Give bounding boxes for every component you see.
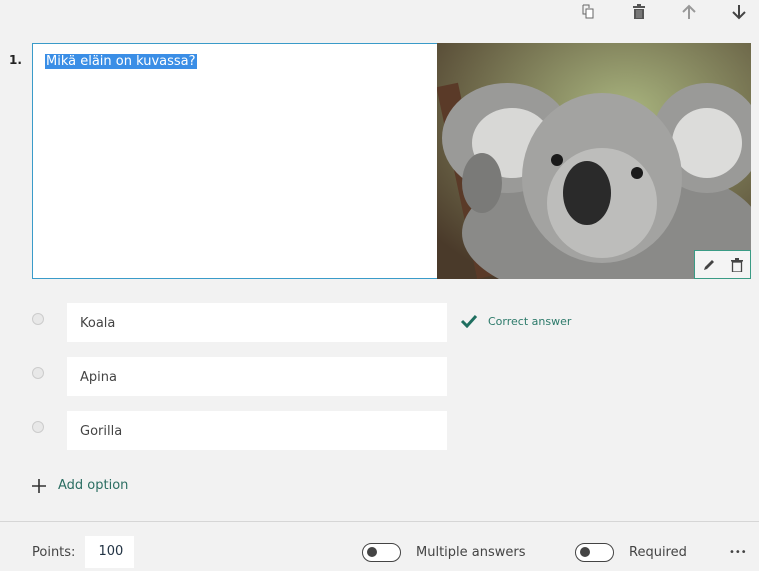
correct-answer-label: Correct answer [488, 314, 572, 328]
question-text-input[interactable]: Mikä eläin on kuvassa? [32, 43, 438, 279]
required-label: Required [629, 544, 687, 560]
option-radio[interactable] [32, 421, 44, 433]
more-options-button[interactable]: ••• [729, 537, 747, 567]
points-input[interactable]: 100 [85, 536, 135, 568]
correct-answer-indicator[interactable]: Correct answer [460, 314, 571, 328]
question-number: 1. [9, 53, 22, 67]
checkmark-icon [460, 314, 478, 328]
required-section: Required [575, 537, 687, 567]
multiple-answers-label: Multiple answers [416, 544, 526, 560]
option-radio[interactable] [32, 313, 44, 325]
copy-question-button[interactable] [579, 2, 599, 22]
multiple-answers-toggle[interactable] [362, 542, 401, 562]
move-down-button[interactable] [729, 2, 749, 22]
required-toggle[interactable] [575, 542, 614, 562]
points-label: Points: [32, 544, 76, 560]
add-option-label: Add option [58, 478, 129, 493]
move-up-button[interactable] [679, 2, 699, 22]
points-section: Points: 100 [32, 536, 135, 568]
option-input[interactable]: Koala [67, 303, 447, 342]
arrow-down-icon [732, 5, 746, 20]
question-image [437, 43, 751, 279]
plus-icon [32, 478, 46, 493]
option-input[interactable]: Gorilla [67, 411, 447, 450]
image-toolbar [694, 250, 751, 279]
edit-image-icon[interactable] [702, 258, 716, 272]
option-input[interactable]: Apina [67, 357, 447, 396]
add-option-button[interactable]: Add option [32, 478, 128, 493]
multiple-answers-section: Multiple answers [362, 537, 526, 567]
divider [0, 521, 759, 522]
option-radio[interactable] [32, 367, 44, 379]
trash-icon [633, 4, 645, 19]
copy-icon [582, 4, 594, 19]
koala-image [437, 43, 751, 279]
question-text: Mikä eläin on kuvassa? [45, 54, 197, 69]
delete-question-button[interactable] [629, 2, 649, 22]
arrow-up-icon [682, 4, 696, 19]
delete-image-icon[interactable] [730, 257, 743, 272]
